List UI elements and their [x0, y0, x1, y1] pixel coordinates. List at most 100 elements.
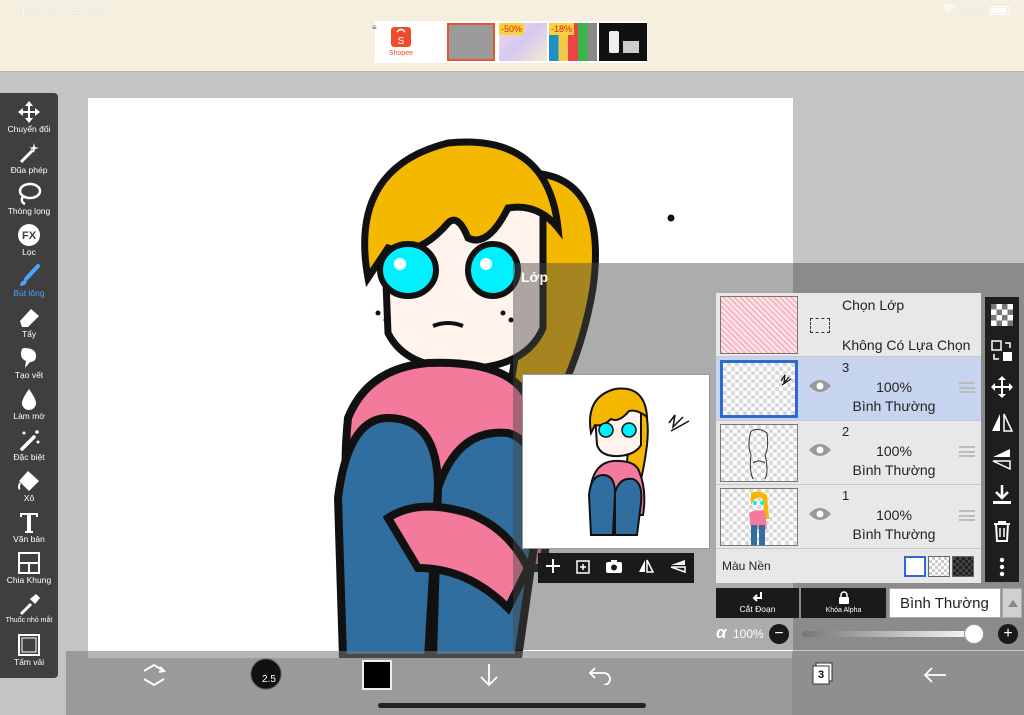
tool-move[interactable]: Chuyển đổi [0, 97, 58, 138]
more-options-button[interactable] [990, 555, 1014, 579]
alpha-lock-button[interactable]: Khóa Alpha [801, 588, 886, 618]
layers-panel-title: Lớp [521, 269, 549, 285]
tool-bucket[interactable]: Xô [0, 466, 58, 507]
brush-size-button[interactable]: 2.5 [250, 658, 282, 708]
status-indicators: 82% [942, 4, 1010, 17]
layer-blend-mode: Bình Thường [852, 462, 936, 478]
tool-lasso[interactable]: Thòng lọng [0, 179, 58, 220]
ad-item-product-3[interactable]: -18% [549, 23, 597, 61]
blend-mode-arrow-icon[interactable] [1002, 588, 1022, 618]
ad-item-shopee[interactable]: S Shopee ≡ [372, 23, 425, 61]
opacity-increase-button[interactable]: + [998, 624, 1018, 644]
tool-blur[interactable]: Làm mờ [0, 384, 58, 425]
layer-side-toolbar [985, 297, 1019, 582]
eye-icon[interactable] [808, 506, 832, 527]
flip-vertical-button[interactable] [669, 558, 687, 579]
alpha-symbol: α [716, 623, 727, 642]
blur-icon [22, 389, 36, 410]
layer-row-1[interactable]: 1 100% Bình Thường [716, 485, 981, 549]
tool-canvas[interactable]: Tấm vải [0, 630, 58, 671]
transform-button[interactable] [140, 661, 168, 711]
lock-icon [838, 591, 849, 604]
tool-brush[interactable]: Bút lông [0, 261, 58, 302]
background-dark-swatch[interactable] [952, 556, 974, 577]
color-swatch-button[interactable] [362, 660, 392, 690]
special-brush-icon [20, 430, 40, 451]
add-layer-button[interactable] [545, 558, 561, 579]
flip-horizontal-button[interactable] [637, 558, 655, 579]
brush-icon [20, 264, 40, 286]
move-icon [991, 376, 1013, 398]
delete-layer-button[interactable] [990, 519, 1014, 543]
flip-vertical-icon [670, 559, 686, 573]
clipping-button[interactable]: Cắt Đoạn [716, 588, 799, 618]
layer-row-2[interactable]: 2 100% Bình Thường [716, 421, 981, 485]
move-layer-button[interactable] [990, 375, 1014, 399]
swap-layer-button[interactable] [990, 339, 1014, 363]
battery-icon [990, 6, 1010, 15]
eye-icon[interactable] [808, 378, 832, 399]
transform-arrows-icon [143, 663, 167, 687]
copy-layer-button[interactable] [575, 558, 591, 579]
flip-layer-vertical-button[interactable] [990, 447, 1014, 471]
fx-filter-icon: FX [18, 224, 40, 246]
layer-opacity: 100% [876, 443, 912, 459]
tool-filter[interactable]: FX Lọc [0, 220, 58, 261]
plus-icon [546, 558, 560, 573]
camera-icon [606, 559, 622, 573]
opacity-row: α 100% − + [716, 622, 1024, 648]
undo-icon [588, 667, 611, 686]
swap-icon [991, 340, 1012, 361]
selection-title: Chọn Lớp [842, 297, 905, 313]
merge-down-button[interactable] [990, 483, 1014, 507]
svg-text:FX: FX [22, 230, 37, 242]
ad-banner[interactable]: S Shopee ≡ -50% -18% [372, 21, 647, 63]
background-white-swatch[interactable] [904, 556, 926, 577]
background-transparent-swatch[interactable] [928, 556, 950, 577]
smudge-icon [21, 348, 36, 368]
ad-item-product-4[interactable] [599, 23, 647, 61]
drag-handle-icon[interactable] [959, 382, 975, 393]
flip-layer-horizontal-button[interactable] [990, 411, 1014, 435]
layer-list: Chọn Lớp Không Có Lựa Chọn 3 100% Bình T… [716, 293, 981, 583]
opacity-slider-knob[interactable] [964, 624, 984, 644]
layer-options-bar: Cắt Đoạn Khóa Alpha Bình Thường [716, 588, 1024, 618]
tool-smudge[interactable]: Tạo vết [0, 343, 58, 384]
opacity-decrease-button[interactable]: − [769, 624, 789, 644]
brush-size-value: 2.5 [262, 674, 276, 685]
ad-item-product-1[interactable] [447, 23, 495, 61]
layer-thumbnail [720, 424, 798, 482]
flip-horizontal-icon [992, 413, 1014, 432]
layer-row-3[interactable]: 3 100% Bình Thường [716, 357, 981, 421]
tool-eyedropper[interactable]: Thuốc nhỏ mắt [0, 589, 58, 630]
tool-special[interactable]: Đặc biệt [0, 425, 58, 466]
back-button[interactable] [922, 665, 948, 715]
ad-item-product-2[interactable]: -50% [499, 23, 547, 61]
layer-preview [522, 374, 710, 549]
selection-layer[interactable]: Chọn Lớp Không Có Lựa Chọn [716, 293, 981, 357]
layer-opacity: 100% [876, 507, 912, 523]
eyedropper-icon [19, 594, 40, 616]
layer-opacity: 100% [876, 379, 912, 395]
tool-eraser[interactable]: Tẩy [0, 302, 58, 343]
background-color-row: Màu Nền [716, 550, 981, 583]
drag-handle-icon[interactable] [959, 510, 975, 521]
canvas-icon [18, 634, 40, 656]
tool-frame-divider[interactable]: Chia Khung [0, 548, 58, 589]
eye-icon[interactable] [808, 442, 832, 463]
camera-button[interactable] [605, 558, 623, 579]
menu-lines-icon: ≡ [372, 23, 377, 32]
svg-text:S: S [398, 36, 405, 47]
more-vertical-icon [999, 557, 1005, 577]
merge-down-icon [993, 485, 1011, 504]
bucket-icon [18, 471, 39, 491]
opacity-slider[interactable] [802, 631, 980, 637]
text-icon [20, 513, 38, 533]
blend-mode-select[interactable]: Bình Thường [889, 588, 1001, 618]
eraser-icon [20, 309, 39, 327]
tool-magic-wand[interactable]: Đũa phép [0, 138, 58, 179]
transparency-grid-button[interactable] [990, 303, 1014, 327]
tool-text[interactable]: Văn bản [0, 507, 58, 548]
drag-handle-icon[interactable] [959, 446, 975, 457]
layers-button[interactable]: 3 [810, 661, 834, 711]
